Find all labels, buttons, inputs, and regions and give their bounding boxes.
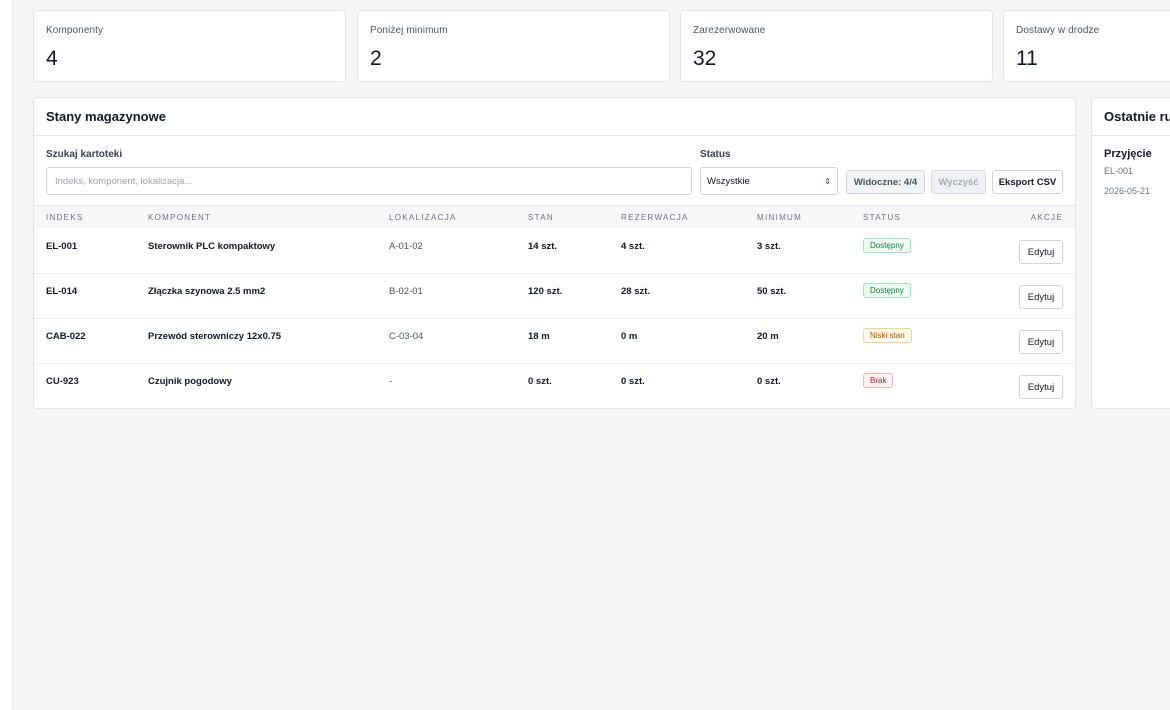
kpi-label: Dostawy w drodze <box>1016 25 1100 36</box>
kpi-card-components: Komponenty 4 <box>33 10 346 82</box>
kpi-label: Poniżej minimum <box>370 25 448 36</box>
status-filter-label: Status <box>700 149 731 160</box>
cell-minimum: 20 m <box>757 331 779 342</box>
cell-stock: 14 szt. <box>528 241 558 252</box>
cell-reserved: 0 szt. <box>621 376 645 387</box>
edit-button[interactable]: Edytuj <box>1019 285 1063 309</box>
cell-minimum: 0 szt. <box>757 376 781 387</box>
search-input[interactable] <box>46 167 692 195</box>
column-header-location: Lokalizacja <box>389 213 457 222</box>
edit-button[interactable]: Edytuj <box>1019 330 1063 354</box>
cell-minimum: 50 szt. <box>757 286 787 297</box>
cell-component: Złączka szynowa 2.5 mm2 <box>148 286 266 297</box>
recent-movements-title: Ostatnie ruchy <box>1092 98 1170 136</box>
cell-location: B-02-01 <box>389 286 423 297</box>
cell-index: CU-923 <box>46 376 79 387</box>
cell-index: EL-001 <box>46 241 78 252</box>
cell-stock: 18 m <box>528 331 550 342</box>
cell-location: A-01-02 <box>389 241 423 252</box>
kpi-value: 4 <box>46 47 58 70</box>
kpi-label: Zarezerwowane <box>693 25 766 36</box>
column-header-minimum: Minimum <box>757 213 803 222</box>
cell-index: CAB-022 <box>46 331 86 342</box>
export-csv-button[interactable]: Eksport CSV <box>992 170 1063 194</box>
cell-location: C-03-04 <box>389 331 424 342</box>
column-header-status: Status <box>863 213 902 222</box>
table-row: EL-001 Sterownik PLC kompaktowy A-01-02 … <box>34 229 1075 274</box>
kpi-value: 32 <box>693 47 717 70</box>
movement-date: 2026-05-21 <box>1104 186 1151 196</box>
column-header-reserved: Rezerwacja <box>621 213 689 222</box>
edit-button[interactable]: Edytuj <box>1019 240 1063 264</box>
visible-count-button[interactable]: Widoczne: 4/4 <box>846 170 925 194</box>
table-header: Indeks Komponent Lokalizacja Stan Rezerw… <box>34 205 1075 228</box>
table-row: CU-923 Czujnik pogodowy - 0 szt. 0 szt. … <box>34 364 1075 409</box>
cell-component: Przewód sterowniczy 12x0.75 <box>148 331 282 342</box>
cell-reserved: 0 m <box>621 331 638 342</box>
kpi-card-below-minimum: Poniżej minimum 2 <box>357 10 670 82</box>
cell-component: Czujnik pogodowy <box>148 376 232 387</box>
cell-reserved: 28 szt. <box>621 286 651 297</box>
status-select-value: Wszystkie <box>707 175 750 187</box>
inventory-title: Stany magazynowe <box>34 98 1075 136</box>
table-row: CAB-022 Przewód sterowniczy 12x0.75 C-03… <box>34 319 1075 364</box>
recent-movements-card: Ostatnie ruchy Przyjęcie EL-001 2026-05-… <box>1091 97 1170 409</box>
status-badge: Dostępny <box>863 283 911 298</box>
edit-button[interactable]: Edytuj <box>1019 375 1063 399</box>
cell-minimum: 3 szt. <box>757 241 781 252</box>
left-sidebar-edge <box>0 0 13 710</box>
status-badge: Brak <box>863 373 894 388</box>
search-label: Szukaj kartoteki <box>46 149 123 160</box>
kpi-label: Komponenty <box>46 25 104 36</box>
select-caret-icon: ⇕ <box>824 176 831 186</box>
kpi-value: 2 <box>370 47 382 70</box>
status-badge: Dostępny <box>863 238 911 253</box>
cell-stock: 0 szt. <box>528 376 552 387</box>
kpi-card-reserved: Zarezerwowane 32 <box>680 10 993 82</box>
inventory-card: Stany magazynowe Szukaj kartoteki Status… <box>33 97 1076 409</box>
column-header-stock: Stan <box>528 213 554 222</box>
column-header-actions: Akcje <box>1030 213 1063 222</box>
cell-stock: 120 szt. <box>528 286 563 297</box>
kpi-value: 11 <box>1016 47 1038 70</box>
column-header-index: Indeks <box>46 213 84 222</box>
movement-type: Przyjęcie <box>1104 148 1152 160</box>
cell-reserved: 4 szt. <box>621 241 645 252</box>
table-row: EL-014 Złączka szynowa 2.5 mm2 B-02-01 1… <box>34 274 1075 319</box>
cell-index: EL-014 <box>46 286 78 297</box>
status-select[interactable]: Wszystkie ⇕ <box>700 167 838 195</box>
movement-index: EL-001 <box>1104 166 1134 176</box>
cell-component: Sterownik PLC kompaktowy <box>148 241 276 252</box>
kpi-card-deliveries: Dostawy w drodze 11 <box>1003 10 1170 82</box>
clear-filters-button[interactable]: Wyczyść <box>931 170 986 194</box>
status-badge: Niski stan <box>863 328 912 343</box>
column-header-component: Komponent <box>148 213 212 222</box>
cell-location: - <box>389 376 393 387</box>
